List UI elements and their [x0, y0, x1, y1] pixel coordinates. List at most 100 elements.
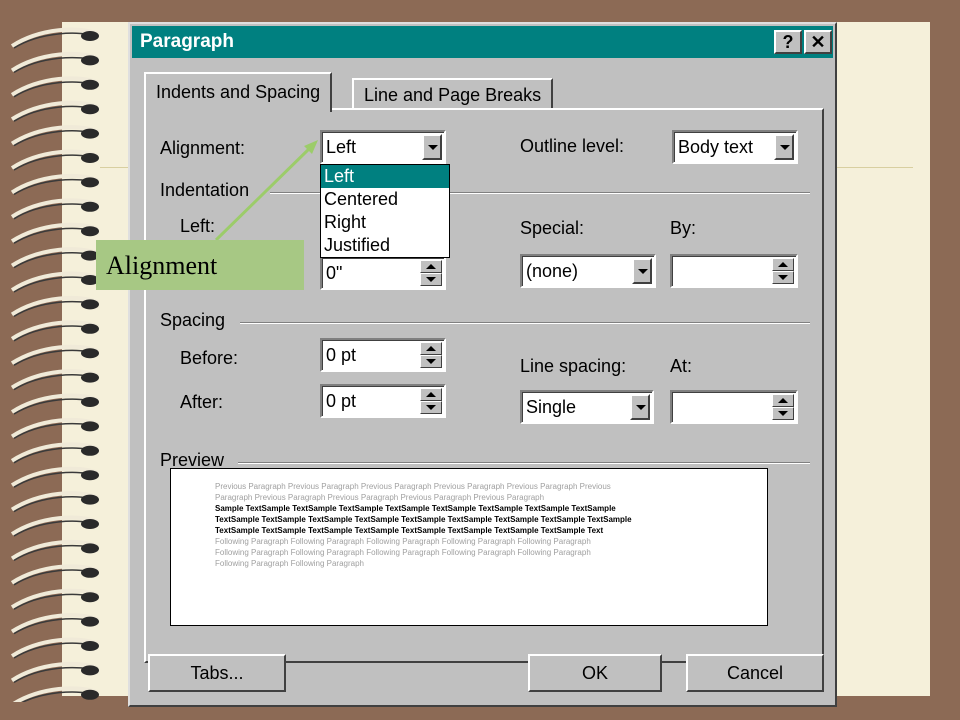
binding-hole — [81, 348, 99, 359]
at-spinner[interactable] — [772, 394, 794, 420]
preview-line: Following Paragraph Following Paragraph — [215, 559, 364, 568]
tab-indents-and-spacing[interactable]: Indents and Spacing — [144, 72, 333, 112]
help-button[interactable]: ? — [774, 30, 802, 54]
spin-down-icon[interactable] — [772, 271, 794, 284]
binding-hole — [81, 421, 99, 432]
callout-label: Alignment — [106, 251, 218, 280]
indentation-group-label: Indentation — [160, 180, 250, 200]
alignment-option-left[interactable]: Left — [321, 165, 449, 188]
by-spinner[interactable] — [772, 258, 794, 284]
spin-up-icon[interactable] — [772, 394, 794, 407]
preview-line: Following Paragraph Following Paragraph … — [215, 548, 591, 557]
outline-level-label: Outline level: — [520, 136, 625, 156]
ok-button[interactable]: OK — [528, 654, 662, 692]
binding-hole — [81, 372, 99, 383]
binding-hole — [81, 592, 99, 603]
tab-label: Line and Page Breaks — [364, 85, 542, 105]
indent-left-field[interactable]: 0" — [320, 256, 446, 290]
spin-down-icon[interactable] — [420, 355, 442, 368]
binding-hole — [81, 616, 99, 627]
alignment-callout: Alignment — [96, 240, 304, 290]
by-label: By: — [670, 218, 697, 238]
binding-hole — [81, 494, 99, 505]
preview-line: Sample TextSample TextSample TextSample … — [215, 504, 616, 513]
outline-level-select[interactable]: Body text — [672, 130, 798, 164]
alignment-option-centered[interactable]: Centered — [321, 188, 449, 211]
preview-line: TextSample TextSample TextSample TextSam… — [215, 515, 632, 524]
after-value: 0 pt — [326, 391, 357, 411]
paragraph-dialog: Paragraph ? ✕ Indents and Spacing Line a… — [128, 22, 837, 707]
tab-label: Indents and Spacing — [156, 82, 321, 102]
binding-hole — [81, 104, 99, 115]
binding-hole — [81, 55, 99, 66]
binding-hole — [81, 79, 99, 90]
binding-hole — [81, 299, 99, 310]
binding-hole — [81, 543, 99, 554]
spacing-group-label: Spacing — [160, 310, 226, 330]
line-spacing-label: Line spacing: — [520, 356, 627, 376]
chevron-down-icon[interactable] — [630, 394, 650, 420]
preview-line: Previous Paragraph Previous Paragraph Pr… — [215, 482, 611, 491]
after-field[interactable]: 0 pt — [320, 384, 446, 418]
binding-hole — [81, 519, 99, 529]
binding-hole — [81, 128, 99, 139]
after-label: After: — [180, 392, 224, 412]
after-spinner[interactable] — [420, 388, 442, 414]
chevron-down-icon[interactable] — [422, 134, 442, 160]
tabs-button[interactable]: Tabs... — [148, 654, 286, 692]
spiral-binding — [10, 27, 99, 702]
special-label: Special: — [520, 218, 585, 238]
special-value: (none) — [526, 261, 579, 281]
by-field[interactable] — [670, 254, 798, 288]
spin-up-icon[interactable] — [420, 342, 442, 355]
spin-down-icon[interactable] — [420, 273, 442, 286]
special-select[interactable]: (none) — [520, 254, 656, 288]
before-label: Before: — [180, 348, 239, 368]
tab-line-and-page-breaks[interactable]: Line and Page Breaks — [352, 78, 554, 110]
alignment-option-right[interactable]: Right — [321, 211, 449, 234]
preview-box: Previous Paragraph Previous Paragraph Pr… — [170, 468, 768, 626]
cancel-button[interactable]: Cancel — [686, 654, 824, 692]
binding-hole — [81, 226, 99, 237]
binding-hole — [81, 470, 99, 481]
before-field[interactable]: 0 pt — [320, 338, 446, 372]
group-divider — [238, 462, 810, 464]
alignment-option-justified[interactable]: Justified — [321, 234, 449, 257]
binding-hole — [81, 689, 99, 700]
spin-down-icon[interactable] — [420, 401, 442, 414]
spin-down-icon[interactable] — [772, 407, 794, 420]
title-bar: Paragraph ? ✕ — [132, 26, 833, 58]
indent-left-label: Left: — [180, 216, 216, 236]
preview-line: Following Paragraph Following Paragraph … — [215, 537, 591, 546]
chevron-down-icon[interactable] — [774, 134, 794, 160]
alignment-value: Left — [326, 137, 357, 157]
at-field[interactable] — [670, 390, 798, 424]
at-label: At: — [670, 356, 693, 376]
alignment-select[interactable]: Left — [320, 130, 446, 164]
binding-hole — [81, 153, 99, 163]
binding-hole — [81, 641, 99, 651]
binding-hole — [81, 201, 99, 212]
dialog-title: Paragraph — [140, 31, 234, 52]
preview-line: Paragraph Previous Paragraph Previous Pa… — [215, 493, 545, 502]
binding-hole — [81, 31, 99, 41]
alignment-dropdown-list[interactable]: Left Centered Right Justified — [320, 164, 450, 258]
binding-hole — [81, 445, 99, 456]
chevron-down-icon[interactable] — [632, 258, 652, 284]
spin-up-icon[interactable] — [420, 260, 442, 273]
close-button[interactable]: ✕ — [804, 30, 832, 54]
binding-hole — [81, 665, 99, 676]
binding-hole — [81, 397, 99, 407]
line-spacing-value: Single — [526, 397, 577, 417]
indent-left-value: 0" — [326, 263, 343, 283]
before-spinner[interactable] — [420, 342, 442, 368]
line-spacing-select[interactable]: Single — [520, 390, 654, 424]
group-divider — [240, 322, 810, 324]
spin-up-icon[interactable] — [420, 388, 442, 401]
indent-left-spinner[interactable] — [420, 260, 442, 286]
alignment-label: Alignment: — [160, 138, 246, 158]
binding-hole — [81, 177, 99, 188]
spin-up-icon[interactable] — [772, 258, 794, 271]
before-value: 0 pt — [326, 345, 357, 365]
preview-line: TextSample TextSample TextSample TextSam… — [215, 526, 604, 535]
